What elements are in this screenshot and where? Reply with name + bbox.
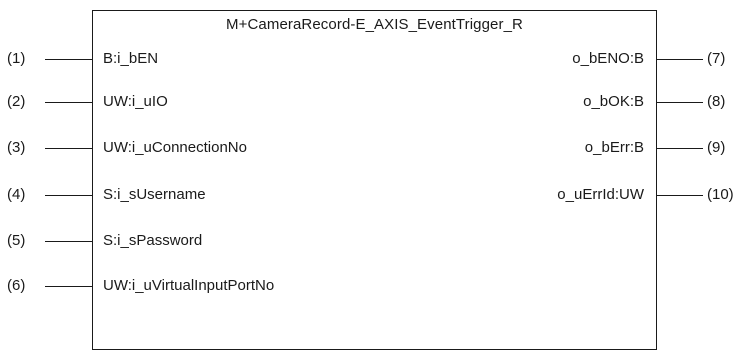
input-wire <box>45 286 92 287</box>
input-pin-label: UW:i_uIO <box>103 93 168 110</box>
output-pin-number: (10) <box>707 186 734 203</box>
output-pin-label: o_uErrId:UW <box>557 186 644 203</box>
input-pin-number: (2) <box>7 93 26 110</box>
input-wire <box>45 195 92 196</box>
input-pin-label: S:i_sPassword <box>103 232 203 249</box>
input-pin-number: (1) <box>7 50 26 67</box>
output-pin-number: (8) <box>707 93 726 110</box>
input-pin-label: B:i_bEN <box>103 50 159 67</box>
output-wire <box>657 59 703 60</box>
input-pin-label: S:i_sUsername <box>103 186 206 203</box>
input-wire <box>45 59 92 60</box>
input-pin-number: (4) <box>7 186 26 203</box>
input-wire <box>45 148 92 149</box>
output-pin-label: o_bENO:B <box>572 50 644 67</box>
input-wire <box>45 241 92 242</box>
output-pin-label: o_bErr:B <box>584 139 644 156</box>
input-pin-number: (6) <box>7 277 26 294</box>
output-pin-number: (9) <box>707 139 726 156</box>
input-pin-number: (3) <box>7 139 26 156</box>
output-wire <box>657 195 703 196</box>
input-pin-number: (5) <box>7 232 26 249</box>
input-wire <box>45 102 92 103</box>
output-pin-number: (7) <box>707 50 726 67</box>
output-wire <box>657 102 703 103</box>
input-pin-label: UW:i_uVirtualInputPortNo <box>103 277 275 294</box>
output-wire <box>657 148 703 149</box>
output-pin-label: o_bOK:B <box>583 93 644 110</box>
block-title: M+CameraRecord-E_AXIS_EventTrigger_R <box>226 16 523 33</box>
input-pin-label: UW:i_uConnectionNo <box>103 139 247 156</box>
